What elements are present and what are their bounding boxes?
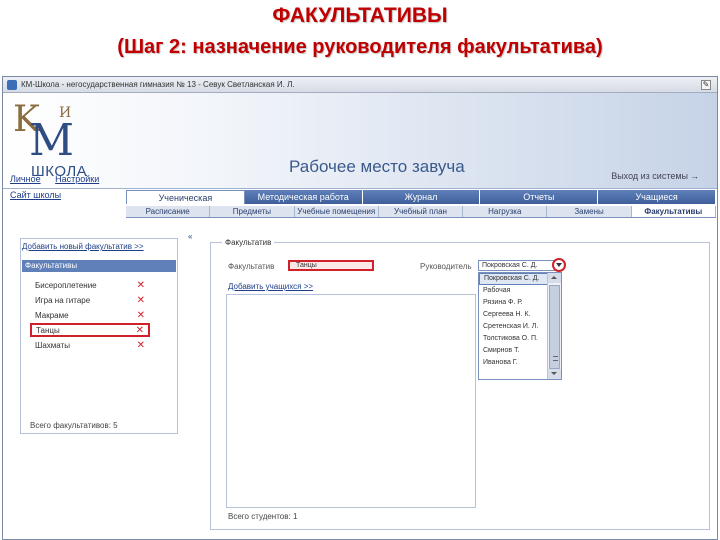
subtab-electives[interactable]: Факультативы [631, 206, 716, 217]
delete-icon[interactable]: ✕ [136, 325, 144, 336]
dropdown-option[interactable]: Сретенская И. Л. [479, 321, 549, 333]
subtab-substitutions[interactable]: Замены [547, 206, 632, 217]
sub-tabs: Расписание Предметы Учебные помещения Уч… [126, 206, 716, 218]
dropdown-option[interactable]: Сергеева Н. К. [479, 309, 549, 321]
subtab-rooms[interactable]: Учебные помещения [295, 206, 379, 217]
link-settings[interactable]: Настройки [55, 174, 99, 184]
students-total: Всего студентов: 1 [228, 512, 298, 521]
list-item[interactable]: Шахматы ✕ [30, 338, 150, 352]
leader-select[interactable]: Покровская С. Д. [478, 260, 562, 271]
subtab-schedule[interactable]: Расписание [126, 206, 211, 217]
delete-icon[interactable]: ✕ [137, 340, 145, 351]
list-item[interactable]: Бисероплетение ✕ [30, 278, 150, 292]
link-school-site[interactable]: Сайт школы [10, 190, 61, 200]
add-elective-link[interactable]: Добавить новый факультатив >> [22, 242, 144, 251]
leader-label: Руководитель [420, 262, 472, 271]
elective-field[interactable]: Танцы [288, 260, 374, 271]
slide-title: ФАКУЛЬТАТИВЫ [272, 4, 448, 27]
electives-total: Всего факультативов: 5 [30, 421, 118, 430]
dropdown-option[interactable]: Рабочая [479, 285, 549, 297]
km-school-logo[interactable]: K M И ШКОЛА [9, 97, 91, 185]
link-personal[interactable]: Личное [10, 174, 41, 184]
dropdown-scrollbar[interactable] [547, 273, 561, 379]
window-title: КМ-Школа - негосударственная гимназия № … [21, 80, 295, 89]
dropdown-option[interactable]: Покровская С. Д. [479, 273, 549, 285]
slide-subtitle: (Шаг 2: назначение руководителя факульта… [117, 36, 603, 58]
list-item-selected[interactable]: Танцы ✕ [30, 323, 150, 337]
subtab-curriculum[interactable]: Учебный план [379, 206, 464, 217]
dropdown-option[interactable]: Смирнов Т. [479, 345, 549, 357]
fieldset-legend: Факультатив [222, 238, 275, 247]
electives-header: Факультативы [22, 260, 176, 272]
workplace-title: Рабочее место завуча [289, 157, 465, 176]
students-list [226, 294, 476, 508]
leader-dropdown: Покровская С. Д. Рабочая Рязина Ф. Р. Се… [478, 272, 562, 380]
list-item[interactable]: Макраме ✕ [30, 308, 150, 322]
arrow-right-icon: → [690, 171, 699, 181]
tab-journal[interactable]: Журнал [362, 190, 481, 204]
app-icon [7, 79, 17, 90]
delete-icon[interactable]: ✕ [137, 310, 145, 321]
delete-icon[interactable]: ✕ [137, 295, 145, 306]
window-titlebar: КМ-Школа - негосударственная гимназия № … [3, 77, 717, 93]
electives-list: Бисероплетение ✕ Игра на гитаре ✕ Макраме ✕… [30, 278, 150, 353]
elective-label: Факультатив [228, 262, 275, 271]
dropdown-option[interactable]: Иванова Г. [479, 357, 549, 369]
chevron-down-icon[interactable] [552, 258, 566, 272]
tab-students[interactable]: Учащиеся [598, 190, 716, 204]
tab-methodical[interactable]: Методическая работа [244, 190, 363, 204]
add-students-link[interactable]: Добавить учащихся >> [228, 282, 313, 291]
collapse-button[interactable]: « [188, 232, 192, 241]
dropdown-option[interactable]: Толстикова О. П. [479, 333, 549, 345]
main-tabs: Ученическая Методическая работа Журнал О… [126, 190, 716, 204]
exit-link[interactable]: Выход из системы → [611, 171, 699, 181]
subtab-subjects[interactable]: Предметы [210, 206, 295, 217]
list-item[interactable]: Игра на гитаре ✕ [30, 293, 150, 307]
tab-teaching[interactable]: Ученическая [126, 190, 245, 204]
delete-icon[interactable]: ✕ [137, 280, 145, 291]
edit-icon[interactable]: ✎ [701, 79, 711, 90]
dropdown-option[interactable]: Рязина Ф. Р. [479, 297, 549, 309]
scroll-down-icon[interactable] [548, 369, 561, 379]
tab-reports[interactable]: Отчеты [480, 190, 599, 204]
scroll-up-icon[interactable] [548, 273, 561, 283]
top-links: Личное Настройки [10, 174, 111, 184]
subtab-workload[interactable]: Нагрузка [463, 206, 548, 217]
scroll-thumb[interactable] [549, 285, 560, 369]
